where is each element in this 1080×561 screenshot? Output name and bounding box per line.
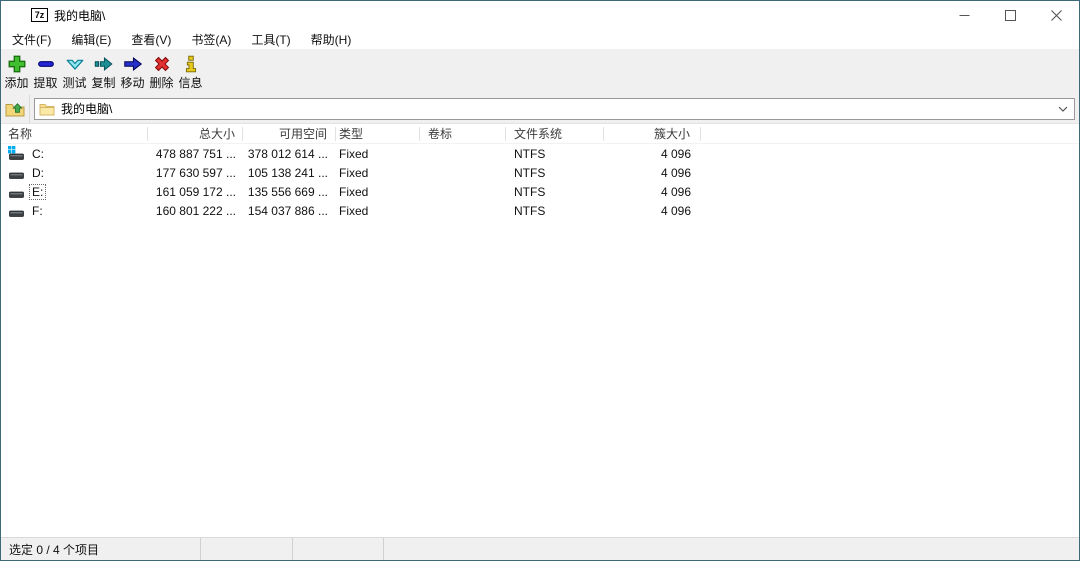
- address-combobox[interactable]: 我的电脑\: [34, 98, 1075, 120]
- window-title: 我的电脑\: [54, 7, 105, 24]
- status-pane: [201, 538, 293, 560]
- app-window: 7z 我的电脑\ 文件(F) 编辑(E) 查看(V) 书签(A) 工具(T) 帮…: [0, 0, 1080, 561]
- drive-name: E:: [29, 184, 46, 200]
- move-icon: [122, 52, 144, 76]
- total-size-cell: 160 801 222 ...: [148, 204, 243, 218]
- free-space-cell: 135 556 669 ...: [243, 185, 336, 199]
- column-header-name[interactable]: 名称: [1, 127, 148, 141]
- maximize-button[interactable]: [987, 1, 1033, 29]
- cluster-size-cell: 4 096: [604, 185, 701, 199]
- chevron-down-icon[interactable]: [1054, 106, 1072, 112]
- menu-bar: 文件(F) 编辑(E) 查看(V) 书签(A) 工具(T) 帮助(H): [1, 29, 1079, 49]
- free-space-cell: 378 012 614 ...: [243, 147, 336, 161]
- add-icon: [6, 52, 28, 76]
- free-space-cell: 154 037 886 ...: [243, 204, 336, 218]
- minimize-icon: [959, 10, 970, 21]
- column-header-cluster-size[interactable]: 簇大小: [604, 127, 701, 141]
- table-row[interactable]: F: 160 801 222 ... 154 037 886 ... Fixed…: [1, 201, 1079, 220]
- drive-icon: [8, 165, 25, 180]
- column-header-total-size[interactable]: 总大小: [148, 127, 243, 141]
- cluster-size-cell: 4 096: [604, 147, 701, 161]
- table-row[interactable]: E: 161 059 172 ... 135 556 669 ... Fixed…: [1, 182, 1079, 201]
- list-header: 名称 总大小 可用空间 类型 卷标 文件系统 簇大小: [1, 124, 1079, 144]
- status-pane: [293, 538, 384, 560]
- selection-status: 选定 0 / 4 个项目: [1, 538, 201, 560]
- up-one-level-button[interactable]: [1, 95, 30, 123]
- drive-icon: [8, 203, 25, 218]
- menu-help[interactable]: 帮助(H): [301, 29, 362, 49]
- total-size-cell: 177 630 597 ...: [148, 166, 243, 180]
- column-header-free-space[interactable]: 可用空间: [243, 127, 336, 141]
- drive-name: D:: [29, 165, 47, 181]
- test-icon: [64, 52, 86, 76]
- drive-name: C:: [29, 146, 47, 162]
- type-cell: Fixed: [336, 204, 420, 218]
- address-bar: 我的电脑\: [1, 94, 1079, 124]
- drive-icon: [8, 184, 25, 199]
- status-pane: [384, 538, 1079, 560]
- column-header-type[interactable]: 类型: [336, 127, 420, 141]
- file-system-cell: NTFS: [506, 204, 604, 218]
- table-row[interactable]: D: 177 630 597 ... 105 138 241 ... Fixed…: [1, 163, 1079, 182]
- app-icon: 7z: [31, 8, 48, 22]
- add-button[interactable]: 添加: [2, 51, 31, 90]
- info-icon: [180, 52, 202, 76]
- info-button[interactable]: 信息: [176, 51, 205, 90]
- column-header-file-system[interactable]: 文件系统: [506, 127, 604, 141]
- column-header-label[interactable]: 卷标: [420, 127, 506, 141]
- drive-name: F:: [29, 203, 46, 219]
- free-space-cell: 105 138 241 ...: [243, 166, 336, 180]
- cluster-size-cell: 4 096: [604, 204, 701, 218]
- cluster-size-cell: 4 096: [604, 166, 701, 180]
- title-bar: 7z 我的电脑\: [1, 1, 1079, 29]
- copy-button[interactable]: 复制: [89, 51, 118, 90]
- type-cell: Fixed: [336, 147, 420, 161]
- extract-icon: [35, 52, 57, 76]
- menu-edit[interactable]: 编辑(E): [61, 29, 121, 49]
- file-system-cell: NTFS: [506, 185, 604, 199]
- menu-bookmarks[interactable]: 书签(A): [181, 29, 241, 49]
- delete-button[interactable]: 删除: [147, 51, 176, 90]
- delete-icon: [151, 52, 173, 76]
- toolbar: 添加 提取 测试 复制 移动: [1, 49, 1079, 94]
- move-button[interactable]: 移动: [118, 51, 147, 90]
- file-system-cell: NTFS: [506, 166, 604, 180]
- total-size-cell: 478 887 751 ...: [148, 147, 243, 161]
- total-size-cell: 161 059 172 ...: [148, 185, 243, 199]
- close-icon: [1051, 10, 1062, 21]
- system-drive-icon: [8, 146, 25, 161]
- menu-view[interactable]: 查看(V): [121, 29, 181, 49]
- folder-up-icon: [5, 100, 25, 118]
- extract-button[interactable]: 提取: [31, 51, 60, 90]
- address-path: 我的电脑\: [61, 100, 1054, 117]
- test-button[interactable]: 测试: [60, 51, 89, 90]
- file-list: 名称 总大小 可用空间 类型 卷标 文件系统 簇大小 C: 478 887 75…: [1, 124, 1079, 537]
- minimize-button[interactable]: [941, 1, 987, 29]
- menu-file[interactable]: 文件(F): [2, 29, 61, 49]
- window-controls: [941, 1, 1079, 29]
- table-row[interactable]: C: 478 887 751 ... 378 012 614 ... Fixed…: [1, 144, 1079, 163]
- status-bar: 选定 0 / 4 个项目: [1, 537, 1079, 560]
- folder-icon: [39, 102, 55, 116]
- menu-tools[interactable]: 工具(T): [241, 29, 300, 49]
- copy-icon: [93, 52, 115, 76]
- type-cell: Fixed: [336, 166, 420, 180]
- type-cell: Fixed: [336, 185, 420, 199]
- file-system-cell: NTFS: [506, 147, 604, 161]
- close-button[interactable]: [1033, 1, 1079, 29]
- maximize-icon: [1005, 10, 1016, 21]
